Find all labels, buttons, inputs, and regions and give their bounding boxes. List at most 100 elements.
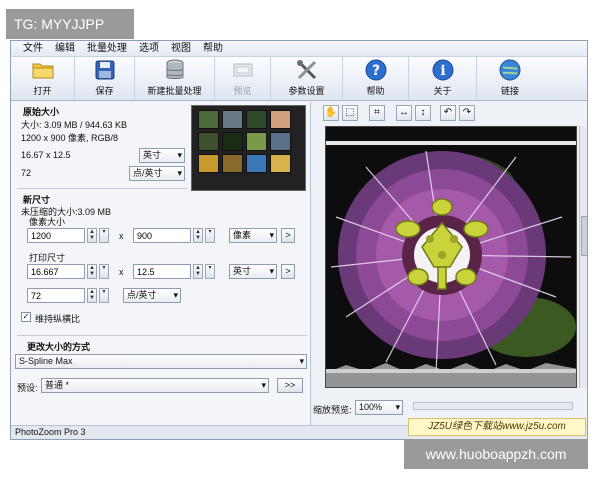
thumbnail-filmstrip[interactable] <box>191 105 306 191</box>
width-print-input[interactable] <box>27 264 85 279</box>
app-window: 文件 编辑 批量处理 选项 视图 帮助 打开 保存 新建批量处理 预览 参数设置… <box>10 40 588 440</box>
save-button[interactable]: 保存 <box>75 57 135 100</box>
thumbnail[interactable] <box>270 132 291 151</box>
help-button[interactable]: ? 帮助 <box>343 57 409 100</box>
menu-view[interactable]: 视图 <box>165 41 197 57</box>
passion-flower-image <box>326 127 576 387</box>
thumbnail[interactable] <box>246 132 267 151</box>
times-sign: x <box>119 267 124 277</box>
rotate-left-icon[interactable]: ↶ <box>440 105 456 121</box>
menu-help[interactable]: 帮助 <box>197 41 229 57</box>
width-pixels-unit-menu[interactable]: ▾ <box>99 228 109 243</box>
preset-label: 预设: <box>17 383 38 393</box>
keep-aspect-label: 维持纵横比 <box>35 314 81 324</box>
original-file-size: 大小: 3.09 MB / 944.63 KB <box>21 120 128 130</box>
preset-more-button[interactable]: >> <box>277 378 303 393</box>
original-pixel-size: 1200 x 900 像素, RGB/8 <box>21 133 119 143</box>
thumbnail[interactable] <box>198 110 219 129</box>
width-pixels-input[interactable] <box>27 228 85 243</box>
keep-aspect-checkbox[interactable]: ✓ <box>21 312 31 322</box>
width-pixels-spinner[interactable]: ▲ ▼ <box>87 228 97 243</box>
folder-icon <box>32 59 54 81</box>
preview-button[interactable]: 预览 <box>215 57 271 100</box>
resize-method-select[interactable]: S-Spline Max <box>15 354 307 369</box>
menu-bar: 文件 编辑 批量处理 选项 视图 帮助 <box>11 41 587 57</box>
new-resolution-unit-select[interactable]: 点/英寸 <box>123 288 181 303</box>
open-button[interactable]: 打开 <box>11 57 75 100</box>
pixel-unit-select[interactable]: 像素 <box>229 228 277 243</box>
height-pixels-input[interactable] <box>133 228 191 243</box>
save-icon <box>94 59 116 81</box>
preview-image[interactable] <box>325 126 577 388</box>
original-dimension-unit-select[interactable]: 英寸 <box>139 148 185 163</box>
height-pixels-unit-menu[interactable]: ▾ <box>205 228 215 243</box>
watermark-top: TG: MYYJJPP <box>6 9 134 39</box>
print-unit-select[interactable]: 英寸 <box>229 264 277 279</box>
about-button[interactable]: i 关于 <box>409 57 477 100</box>
help-icon: ? <box>365 59 387 81</box>
original-resolution-unit-select[interactable]: 点/英寸 <box>129 166 185 181</box>
menu-options[interactable]: 选项 <box>133 41 165 57</box>
menu-batch[interactable]: 批量处理 <box>81 41 133 57</box>
thumbnail[interactable] <box>270 154 291 173</box>
zoom-preview-label: 缩放预览: <box>313 405 352 415</box>
scrollbar-thumb[interactable] <box>581 216 587 256</box>
preview-icon <box>232 59 254 81</box>
svg-text:?: ? <box>371 63 379 79</box>
new-resolution-spinner[interactable]: ▲ ▼ <box>87 288 97 303</box>
preview-panel: ✋ ⬚ ⌗ ↔ ↕ ↶ ↷ 缩放预览: 100% ▾ <box>313 102 587 427</box>
svg-text:i: i <box>440 63 445 79</box>
menu-file[interactable]: 文件 <box>17 41 49 57</box>
original-resolution: 72 <box>21 168 32 178</box>
preview-toolbar: ✋ ⬚ ⌗ ↔ ↕ ↶ ↷ <box>313 102 587 124</box>
new-batch-button[interactable]: 新建批量处理 <box>135 57 215 100</box>
thumbnail[interactable] <box>222 132 243 151</box>
resize-method-heading: 更改大小的方式 <box>27 342 91 352</box>
print-size-heading: 打印尺寸 <box>29 253 66 263</box>
link-button[interactable]: 链接 <box>477 57 543 100</box>
selection-tool-icon[interactable]: ⬚ <box>342 105 358 121</box>
watermark-bottom: www.huoboappzh.com <box>404 439 588 469</box>
original-dimensions: 16.67 x 12.5 <box>21 150 71 160</box>
pixel-size-heading: 像素大小 <box>29 217 66 227</box>
zoom-select[interactable]: 100% <box>355 400 403 415</box>
thumbnail[interactable] <box>198 132 219 151</box>
height-print-spinner[interactable]: ▲ ▼ <box>193 264 203 279</box>
globe-icon <box>499 59 521 81</box>
crop-tool-icon[interactable]: ⌗ <box>369 105 385 121</box>
width-print-unit-menu[interactable]: ▾ <box>99 264 109 279</box>
info-icon: i <box>432 59 454 81</box>
new-resolution-unit-menu[interactable]: ▾ <box>99 288 109 303</box>
thumbnail[interactable] <box>222 154 243 173</box>
height-print-input[interactable] <box>133 264 191 279</box>
fit-height-icon[interactable]: ↕ <box>415 105 431 121</box>
thumbnail[interactable] <box>222 110 243 129</box>
preview-horizontal-scrollbar[interactable] <box>413 402 573 410</box>
original-size-heading: 原始大小 <box>23 107 60 117</box>
settings-button[interactable]: 参数设置 <box>271 57 343 100</box>
fit-width-icon[interactable]: ↔ <box>396 105 412 121</box>
new-resolution-input[interactable] <box>27 288 85 303</box>
print-more-button[interactable]: > <box>281 264 295 279</box>
divider <box>17 188 187 189</box>
preview-vertical-scrollbar[interactable] <box>579 126 587 388</box>
thumbnail[interactable] <box>270 110 291 129</box>
rotate-right-icon[interactable]: ↷ <box>459 105 475 121</box>
hand-tool-icon[interactable]: ✋ <box>323 105 339 121</box>
thumbnail[interactable] <box>198 154 219 173</box>
thumbnail[interactable] <box>246 110 267 129</box>
settings-panel: 原始大小 大小: 3.09 MB / 944.63 KB 1200 x 900 … <box>11 102 311 427</box>
preset-select[interactable]: 普通 * <box>41 378 269 393</box>
tools-icon <box>296 59 318 81</box>
toolbar: 打开 保存 新建批量处理 预览 参数设置 ? 帮助 i 关于 链接 <box>11 57 587 101</box>
thumbnail[interactable] <box>246 154 267 173</box>
times-sign: x <box>119 231 124 241</box>
database-icon <box>164 59 186 81</box>
site-watermark: JZ5U绿色下载站www.jz5u.com <box>408 418 586 436</box>
width-print-spinner[interactable]: ▲ ▼ <box>87 264 97 279</box>
height-print-unit-menu[interactable]: ▾ <box>205 264 215 279</box>
divider <box>17 335 307 336</box>
pixel-more-button[interactable]: > <box>281 228 295 243</box>
height-pixels-spinner[interactable]: ▲ ▼ <box>193 228 203 243</box>
menu-edit[interactable]: 编辑 <box>49 41 81 57</box>
